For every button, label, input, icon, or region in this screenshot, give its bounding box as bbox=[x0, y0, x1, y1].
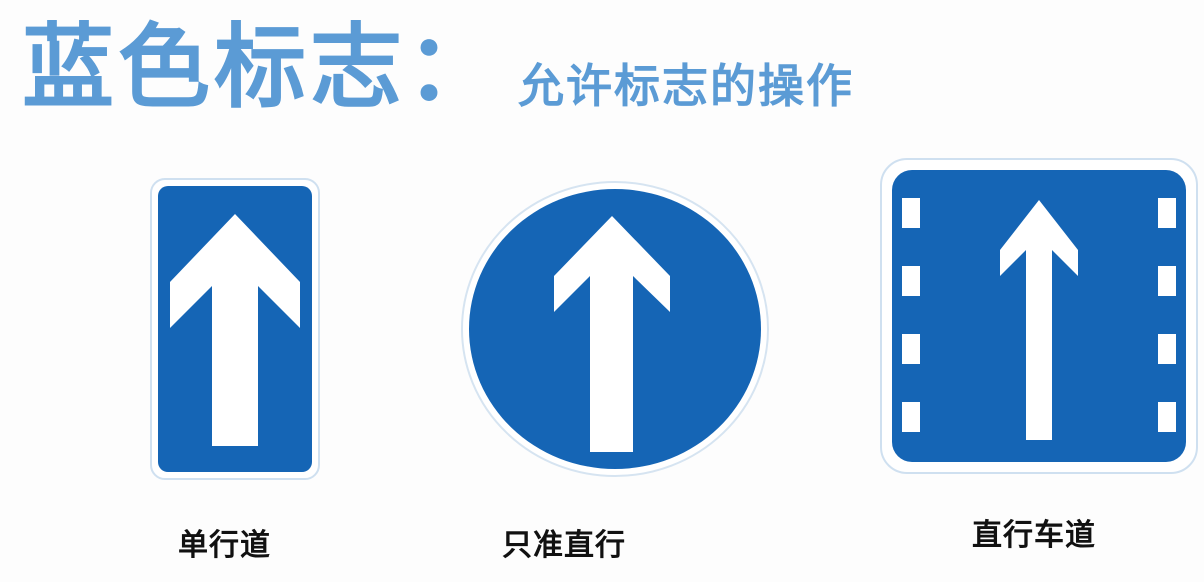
one-way-sign bbox=[150, 178, 320, 480]
one-way-caption: 单行道 bbox=[178, 528, 271, 563]
straight-only-sign bbox=[460, 180, 770, 478]
one-way-arrow-icon bbox=[150, 178, 320, 480]
straight-lane-caption: 直行车道 bbox=[972, 518, 1096, 553]
slide-subtitle: 允许标志的操作 bbox=[518, 59, 854, 113]
slide-title: 蓝色标志： bbox=[22, 14, 503, 121]
straight-lane-arrow-icon bbox=[880, 158, 1198, 474]
straight-only-arrow-icon bbox=[461, 181, 769, 477]
straight-lane-sign bbox=[880, 158, 1198, 474]
slide: 蓝色标志： 允许标志的操作 单行道 只准直行 直行车道 bbox=[0, 0, 1204, 582]
straight-only-caption: 只准直行 bbox=[502, 528, 626, 563]
